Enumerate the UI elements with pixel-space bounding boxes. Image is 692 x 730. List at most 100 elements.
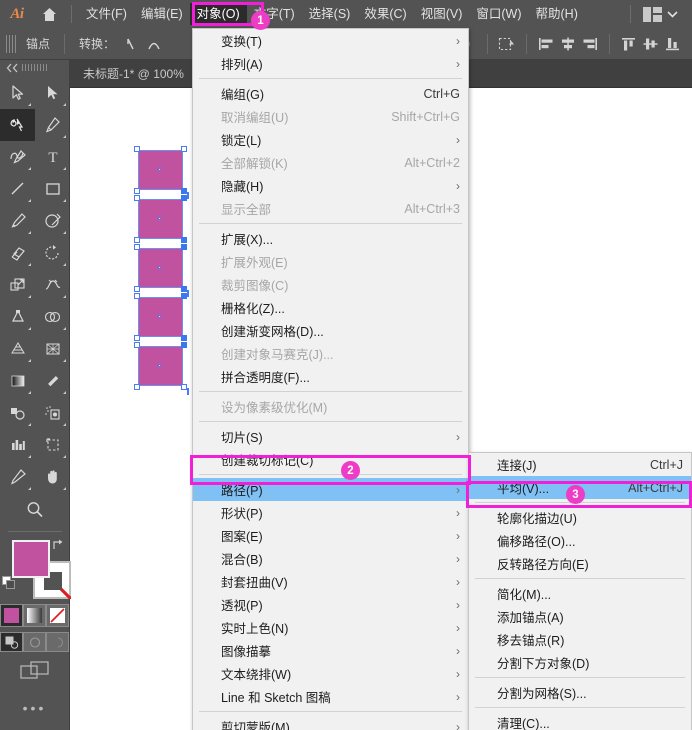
color-fill-button[interactable] (0, 604, 23, 627)
path-submenu-item-7[interactable]: 移去锚点(R) (469, 628, 691, 651)
shaper-tool[interactable] (35, 205, 70, 237)
menu-file[interactable]: 文件(F) (79, 3, 134, 25)
slice-tool[interactable] (0, 461, 35, 493)
object-menu-item-16[interactable]: 切片(S)› (193, 425, 468, 448)
scale-tool[interactable] (0, 269, 35, 301)
eyedropper-tool[interactable] (35, 365, 70, 397)
tool-panel-divider (8, 531, 62, 532)
object-menu-item-25[interactable]: 图像描摹› (193, 639, 468, 662)
draw-inside-button[interactable] (46, 632, 69, 652)
menu-window[interactable]: 窗口(W) (469, 3, 528, 25)
object-menu-item-12[interactable]: 创建渐变网格(D)... (193, 319, 468, 342)
object-menu-item-27[interactable]: Line 和 Sketch 图稿› (193, 685, 468, 708)
hand-tool[interactable] (35, 461, 70, 493)
artboard-tool[interactable] (35, 429, 70, 461)
center-point (158, 168, 161, 171)
object-menu-item-20[interactable]: 图案(E)› (193, 524, 468, 547)
object-menu-item-19[interactable]: 形状(P)› (193, 501, 468, 524)
perspective-grid-tool[interactable] (0, 333, 35, 365)
object-menu-item-28[interactable]: 剪切蒙版(M)› (193, 715, 468, 730)
path-submenu-item-8[interactable]: 分割下方对象(D) (469, 651, 691, 674)
path-submenu-item-6[interactable]: 添加锚点(A) (469, 605, 691, 628)
object-menu-item-22[interactable]: 封套扭曲(V)› (193, 570, 468, 593)
fill-swatch[interactable] (12, 540, 50, 578)
path-submenu-item-4[interactable]: 反转路径方向(E) (469, 552, 691, 575)
more-tools-button[interactable]: ••• (0, 700, 69, 716)
step-badge-2: 2 (341, 461, 360, 480)
object-menu-item-8[interactable]: 扩展(X)... (193, 227, 468, 250)
path-submenu-item-9[interactable]: 分割为网格(S)... (469, 681, 691, 704)
chevron-right-icon: › (442, 529, 460, 543)
object-menu-item-1[interactable]: 排列(A)› (193, 52, 468, 75)
object-menu-item-2[interactable]: 编组(G)Ctrl+G (193, 82, 468, 105)
object-menu-item-21[interactable]: 混合(B)› (193, 547, 468, 570)
lasso-tool[interactable] (0, 109, 35, 141)
menu-item-label: 创建对象马赛克(J)... (221, 344, 334, 363)
align-center-horizontal-icon[interactable] (557, 33, 579, 55)
anchor-bottom-left (134, 335, 140, 341)
document-tab-title[interactable]: 未标题-1* @ 100% (70, 65, 184, 82)
mesh-tool[interactable] (35, 333, 70, 365)
width-tool[interactable] (35, 269, 70, 301)
object-menu-item-14[interactable]: 拼合透明度(F)... (193, 365, 468, 388)
column-graph-tool[interactable] (0, 429, 35, 461)
menu-help[interactable]: 帮助(H) (529, 3, 585, 25)
line-segment-tool[interactable] (0, 173, 35, 205)
convert-to-smooth-icon[interactable] (143, 33, 165, 55)
path-submenu-item-10[interactable]: 清理(C)... (469, 711, 691, 730)
align-middle-vertical-icon[interactable] (640, 33, 662, 55)
path-submenu-item-2[interactable]: 轮廓化描边(U) (469, 506, 691, 529)
align-top-icon[interactable] (618, 33, 640, 55)
path-submenu-item-3[interactable]: 偏移路径(O)... (469, 529, 691, 552)
object-menu-item-4[interactable]: 锁定(L)› (193, 128, 468, 151)
chevron-right-icon: › (442, 621, 460, 635)
menu-edit[interactable]: 编辑(E) (134, 3, 190, 25)
draw-behind-button[interactable] (23, 632, 46, 652)
paintbrush-tool[interactable] (0, 205, 35, 237)
control-bar-grip[interactable] (6, 35, 16, 53)
eraser-tool[interactable] (0, 237, 35, 269)
symbol-sprayer-tool[interactable] (35, 397, 70, 429)
blend-tool[interactable] (0, 397, 35, 429)
path-submenu-item-0[interactable]: 连接(J)Ctrl+J (469, 453, 691, 476)
panel-collapse-button[interactable] (0, 60, 70, 76)
convert-to-corner-icon[interactable] (121, 33, 143, 55)
zoom-tool[interactable] (0, 493, 70, 527)
curvature-tool[interactable] (0, 141, 35, 173)
align-left-icon[interactable] (535, 33, 557, 55)
selection-tool[interactable] (0, 77, 35, 109)
gradient-fill-button[interactable] (23, 604, 46, 627)
align-to-selection-icon[interactable] (496, 33, 518, 55)
chevron-right-icon: › (442, 644, 460, 658)
rectangle-tool[interactable] (35, 173, 70, 205)
rotate-tool[interactable] (35, 237, 70, 269)
chevron-right-icon: › (442, 667, 460, 681)
shape-builder-tool[interactable]: ··· (35, 301, 70, 333)
object-menu-item-26[interactable]: 文本绕排(W)› (193, 662, 468, 685)
object-dropdown-menu[interactable]: 变换(T)›排列(A)›编组(G)Ctrl+G取消编组(U)Shift+Ctrl… (192, 28, 469, 730)
menu-select[interactable]: 选择(S) (302, 3, 358, 25)
draw-normal-button[interactable] (0, 632, 23, 652)
chevron-down-icon (667, 10, 678, 18)
object-menu-item-24[interactable]: 实时上色(N)› (193, 616, 468, 639)
align-right-icon[interactable] (579, 33, 601, 55)
free-transform-tool[interactable] (0, 301, 35, 333)
workspace-switcher[interactable] (623, 5, 692, 23)
path-submenu-item-5[interactable]: 简化(M)... (469, 582, 691, 605)
direct-selection-tool[interactable] (35, 77, 70, 109)
object-menu-item-11[interactable]: 栅格化(Z)... (193, 296, 468, 319)
type-tool[interactable]: T (35, 141, 70, 173)
swap-fill-stroke-icon[interactable] (51, 538, 65, 552)
pen-tool[interactable] (35, 109, 70, 141)
none-fill-button[interactable] (46, 604, 69, 627)
object-menu-item-0[interactable]: 变换(T)› (193, 29, 468, 52)
default-fill-stroke-icon[interactable] (2, 576, 16, 590)
menu-effect[interactable]: 效果(C) (357, 3, 413, 25)
align-bottom-icon[interactable] (662, 33, 684, 55)
menu-view[interactable]: 视图(V) (414, 3, 470, 25)
object-menu-item-23[interactable]: 透视(P)› (193, 593, 468, 616)
object-menu-item-6[interactable]: 隐藏(H)› (193, 174, 468, 197)
gradient-tool[interactable] (0, 365, 35, 397)
home-icon[interactable] (34, 6, 64, 23)
screen-mode-button[interactable] (0, 660, 69, 682)
